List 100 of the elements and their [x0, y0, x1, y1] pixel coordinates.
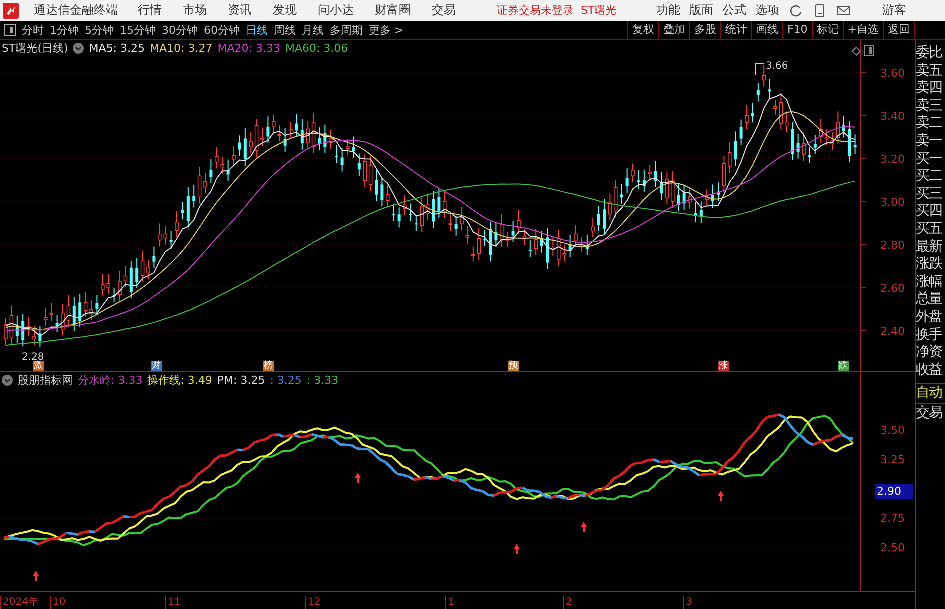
period-tab[interactable]: 1分钟: [50, 22, 79, 38]
dropdown-icon[interactable]: [73, 43, 84, 54]
toolbar-button[interactable]: +自选: [842, 21, 883, 39]
menu-item[interactable]: 版面: [690, 2, 714, 19]
quote-field-label[interactable]: 净资: [916, 344, 945, 362]
panel-toggle-icon[interactable]: [4, 24, 16, 36]
menu-item[interactable]: 发现: [273, 2, 297, 19]
quote-field-label[interactable]: 涨幅: [916, 274, 945, 292]
indicator-value: MA10: 3.27: [150, 42, 213, 55]
quote-field-label[interactable]: 卖五: [916, 62, 945, 80]
quote-field-label[interactable]: 涨跌: [916, 256, 945, 274]
menu-item[interactable]: 资讯: [228, 2, 252, 19]
toolbar-button[interactable]: 标记: [812, 21, 843, 39]
price-axis-label: 2.40: [880, 325, 905, 338]
period-tab[interactable]: 60分钟: [204, 22, 240, 38]
indicator-value: : 3.25: [270, 374, 302, 387]
indicator-title: 股朋指标网: [18, 373, 73, 388]
indicator-axis-label: 2.50: [880, 542, 905, 555]
menu-item[interactable]: 选项: [756, 2, 780, 19]
cursor-value-label: 2.90: [875, 484, 913, 499]
toolbar-button[interactable]: 统计: [720, 21, 752, 39]
quote-field-label[interactable]: 买三: [916, 186, 945, 204]
toolbar-button[interactable]: 返回: [883, 21, 914, 39]
quote-field-label[interactable]: 总量: [916, 291, 945, 309]
quote-field-label[interactable]: 卖四: [916, 80, 945, 98]
period-tab[interactable]: 15分钟: [120, 22, 156, 38]
indicator-value: MA60: 3.06: [285, 42, 348, 55]
event-marker[interactable]: 榜: [263, 361, 274, 371]
date-axis-label: 1: [445, 596, 454, 609]
user-label[interactable]: 游客: [882, 2, 907, 19]
login-status: 证券交易未登录 ST曙光: [497, 3, 617, 18]
refresh-icon[interactable]: [788, 4, 803, 18]
quote-field-label[interactable]: 委比: [916, 45, 945, 63]
up-arrow-icon: [718, 491, 724, 501]
date-axis-label: 3: [683, 596, 692, 609]
period-tab[interactable]: 更多 >: [369, 22, 404, 38]
date-axis-label: 2: [563, 596, 572, 609]
quote-field-label[interactable]: 收益: [916, 362, 945, 380]
event-marker[interactable]: 激: [33, 361, 44, 371]
menu-item[interactable]: 行情: [138, 2, 162, 19]
menu-item[interactable]: 问小达: [318, 2, 354, 19]
date-axis-label: 10: [50, 596, 66, 609]
app-title: 通达信金融终端: [34, 2, 118, 19]
stock-title: ST曙光(日线): [2, 41, 68, 56]
indicator-value: : 3.33: [306, 374, 339, 387]
app-logo-icon: [3, 2, 19, 18]
toolbar-button[interactable]: 多股: [689, 21, 720, 39]
price-axis-label: 2.60: [880, 282, 905, 295]
phone-icon[interactable]: [814, 4, 825, 18]
menu-item[interactable]: 财富圈: [375, 2, 411, 19]
period-tab[interactable]: 周线: [274, 22, 296, 38]
event-marker[interactable]: 涨: [718, 361, 729, 371]
quote-field-label[interactable]: 换手: [916, 326, 945, 344]
menu-item[interactable]: 公式: [722, 2, 747, 19]
indicator-value: MA5: 3.25: [89, 42, 146, 55]
menu-item[interactable]: 功能: [656, 2, 681, 19]
quote-field-label[interactable]: 买五: [916, 220, 945, 239]
quote-field-label[interactable]: 卖二: [916, 115, 945, 133]
panel-icon[interactable]: [864, 45, 874, 56]
quote-field-label[interactable]: 外盘: [916, 308, 945, 326]
indicator-axis-label: 3.25: [880, 453, 905, 466]
trade-link[interactable]: 交易: [916, 403, 945, 424]
menu-item[interactable]: 市场: [183, 2, 207, 19]
toolbar-button[interactable]: 复权: [627, 21, 658, 39]
toolbar-button[interactable]: F10: [782, 21, 812, 39]
date-axis-label: 11: [165, 596, 181, 609]
diamond-icon[interactable]: [852, 47, 861, 56]
period-tab[interactable]: 5分钟: [85, 22, 114, 38]
leader-line: [756, 64, 764, 76]
quote-field-label[interactable]: 卖一: [916, 132, 945, 151]
indicator-axis-label: 2.75: [880, 512, 905, 526]
period-tab[interactable]: 日线: [246, 22, 268, 38]
price-axis-label: 3.60: [880, 67, 905, 80]
mail-icon[interactable]: [836, 4, 851, 16]
price-axis-label: 3.20: [880, 153, 905, 166]
indicator-value: PM: 3.25: [217, 374, 266, 387]
quote-field-label[interactable]: 买一: [916, 150, 945, 168]
up-arrow-icon: [514, 544, 520, 554]
period-tab[interactable]: 月线: [302, 22, 324, 38]
price-axis-label: 3.00: [880, 196, 905, 209]
high-price-label: 3.66: [766, 61, 788, 72]
period-tab[interactable]: 多周期: [330, 22, 363, 38]
dropdown-icon[interactable]: [2, 375, 13, 386]
quote-field-label[interactable]: 买四: [916, 203, 945, 221]
date-axis-label: 2024年: [0, 596, 38, 609]
toolbar-button[interactable]: 画线: [751, 21, 782, 39]
event-marker[interactable]: 财: [151, 361, 162, 371]
quote-field-label[interactable]: 买二: [916, 168, 945, 186]
quote-field-label[interactable]: 卖三: [916, 98, 945, 116]
period-tab[interactable]: 30分钟: [162, 22, 198, 38]
up-arrow-icon: [33, 571, 39, 581]
indicator-axis-label: 3.50: [880, 424, 905, 437]
price-axis-label: 2.80: [880, 239, 905, 252]
indicator-value: 操作线: 3.49: [148, 373, 212, 388]
menu-item[interactable]: 交易: [432, 2, 456, 19]
auto-mode-toggle[interactable]: 自动: [916, 383, 945, 404]
quote-field-label[interactable]: 最新: [916, 238, 945, 256]
toolbar-button[interactable]: 叠加: [658, 21, 690, 39]
period-tab[interactable]: 分时: [22, 22, 44, 38]
up-arrow-icon: [581, 522, 587, 532]
